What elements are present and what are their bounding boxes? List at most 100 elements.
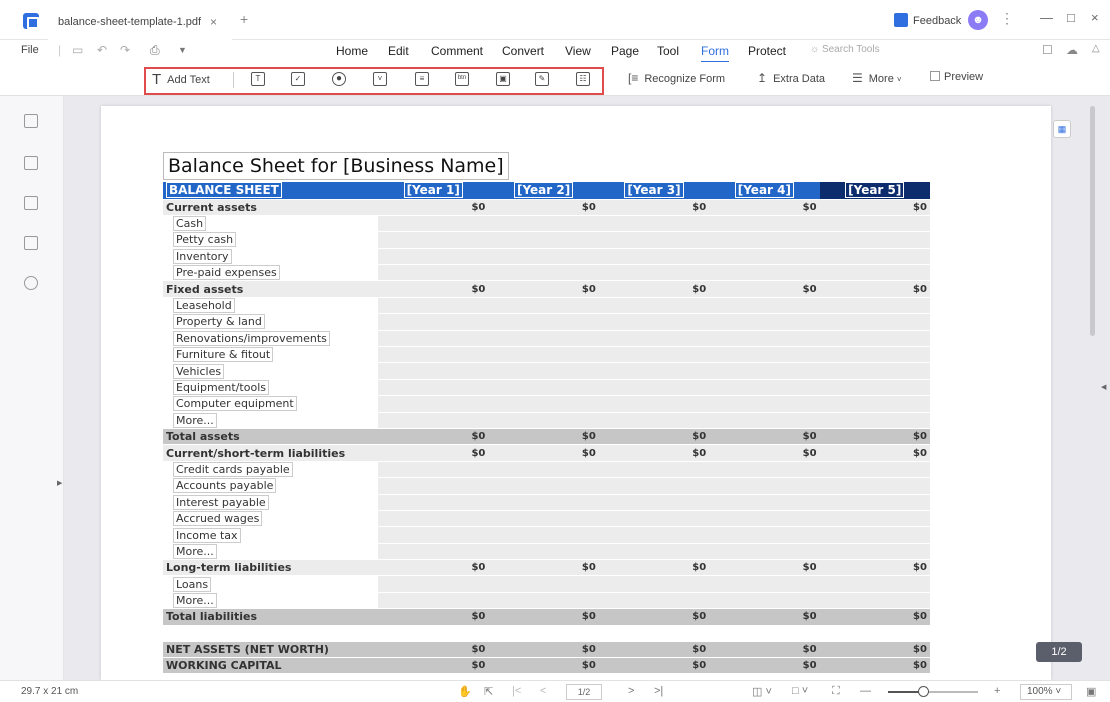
value-field[interactable]: [598, 510, 710, 528]
print-icon[interactable]: ⎙: [150, 43, 160, 58]
value-field[interactable]: [378, 526, 489, 544]
value-field[interactable]: [819, 575, 930, 593]
preview-checkbox[interactable]: [930, 71, 940, 81]
value-field[interactable]: [378, 412, 489, 429]
year-header[interactable]: [Year 5]: [845, 182, 905, 198]
value-field[interactable]: [488, 330, 599, 348]
value-field[interactable]: [378, 231, 489, 249]
button-field-icon[interactable]: btn: [455, 72, 469, 86]
previous-page-icon[interactable]: <: [540, 685, 546, 697]
value-field[interactable]: [488, 461, 599, 479]
more-button[interactable]: ☰ More ˅: [852, 71, 902, 85]
value-field[interactable]: [378, 494, 489, 511]
value-field[interactable]: $0: [819, 641, 930, 659]
reading-mode-icon[interactable]: ▣: [1086, 685, 1096, 698]
value-field[interactable]: [709, 215, 820, 233]
value-field[interactable]: $0: [378, 444, 489, 462]
line-item-field[interactable]: Property & land: [173, 314, 265, 330]
value-field[interactable]: [819, 330, 930, 348]
value-field[interactable]: [709, 477, 820, 495]
date-field-icon[interactable]: ☷: [576, 72, 590, 86]
value-field[interactable]: [488, 248, 599, 266]
value-field[interactable]: [378, 248, 489, 266]
value-field[interactable]: $0: [709, 641, 820, 659]
value-field[interactable]: $0: [709, 657, 820, 675]
value-field[interactable]: [709, 461, 820, 479]
year-header[interactable]: [Year 2]: [513, 182, 574, 198]
value-field[interactable]: $0: [709, 444, 820, 462]
maximize-button[interactable]: □: [1067, 10, 1075, 25]
value-field[interactable]: [598, 215, 710, 233]
value-field[interactable]: [488, 264, 599, 282]
image-field-icon[interactable]: ▣: [496, 72, 510, 86]
line-item-field[interactable]: More...: [173, 543, 217, 559]
value-field[interactable]: [709, 412, 820, 429]
attachment-icon[interactable]: [24, 236, 38, 250]
value-field[interactable]: [598, 494, 710, 511]
line-item-field[interactable]: Equipment/tools: [173, 379, 269, 395]
value-field[interactable]: [378, 477, 489, 495]
value-field[interactable]: $0: [709, 199, 820, 216]
value-field[interactable]: [819, 412, 930, 429]
next-page-icon[interactable]: >: [628, 685, 634, 697]
value-field[interactable]: $0: [819, 280, 930, 298]
file-menu[interactable]: File: [21, 44, 39, 56]
value-field[interactable]: [598, 592, 710, 610]
value-field[interactable]: $0: [819, 444, 930, 462]
value-field[interactable]: $0: [598, 444, 710, 462]
value-field[interactable]: [709, 264, 820, 282]
hand-tool-icon[interactable]: ✋: [458, 685, 472, 698]
menu-page[interactable]: Page: [611, 44, 639, 58]
value-field[interactable]: [598, 248, 710, 266]
value-field[interactable]: [598, 313, 710, 331]
value-field[interactable]: [598, 526, 710, 544]
value-field[interactable]: [819, 477, 930, 495]
menu-tool[interactable]: Tool: [657, 44, 679, 58]
value-field[interactable]: $0: [598, 657, 710, 675]
menu-convert[interactable]: Convert: [502, 44, 544, 58]
value-field[interactable]: $0: [819, 428, 930, 446]
value-field[interactable]: [819, 543, 930, 561]
value-field[interactable]: [819, 231, 930, 249]
zoom-in-icon[interactable]: +: [994, 685, 1000, 697]
signature-field-icon[interactable]: ✎: [535, 72, 549, 86]
undo-icon[interactable]: ↶: [97, 43, 107, 57]
value-field[interactable]: $0: [378, 280, 489, 298]
value-field[interactable]: [709, 248, 820, 266]
line-item-field[interactable]: Vehicles: [173, 363, 225, 379]
bookmark-icon[interactable]: [24, 156, 38, 170]
fullscreen-icon[interactable]: ⛶: [832, 685, 840, 698]
value-field[interactable]: [488, 575, 599, 593]
value-field[interactable]: [378, 215, 489, 233]
value-field[interactable]: [378, 461, 489, 479]
value-field[interactable]: [709, 346, 820, 364]
radio-button-icon[interactable]: ●: [332, 72, 346, 86]
value-field[interactable]: [819, 510, 930, 528]
value-field[interactable]: [598, 477, 710, 495]
cloud-upload-icon[interactable]: ☁: [1066, 43, 1078, 57]
header-label[interactable]: BALANCE SHEET: [166, 182, 282, 198]
zoom-slider-handle[interactable]: [918, 686, 929, 697]
close-window-button[interactable]: ×: [1091, 10, 1099, 25]
value-field[interactable]: [378, 346, 489, 364]
value-field[interactable]: [819, 461, 930, 479]
value-field[interactable]: [378, 264, 489, 282]
value-field[interactable]: $0: [488, 199, 599, 216]
line-item-field[interactable]: Accrued wages: [173, 511, 263, 526]
value-field[interactable]: [598, 231, 710, 249]
list-box-icon[interactable]: ≡: [415, 72, 429, 86]
zoom-out-icon[interactable]: —: [860, 685, 871, 697]
value-field[interactable]: [709, 379, 820, 397]
value-field[interactable]: [488, 510, 599, 528]
line-item-field[interactable]: Inventory: [173, 248, 232, 264]
menu-view[interactable]: View: [565, 44, 591, 58]
value-field[interactable]: [598, 362, 710, 380]
value-field[interactable]: $0: [488, 657, 599, 675]
value-field[interactable]: [819, 395, 930, 413]
value-field[interactable]: [378, 592, 489, 610]
value-field[interactable]: [598, 395, 710, 413]
value-field[interactable]: [709, 575, 820, 593]
value-field[interactable]: [819, 248, 930, 266]
line-item-field[interactable]: Furniture & fitout: [173, 347, 274, 362]
value-field[interactable]: [378, 330, 489, 348]
